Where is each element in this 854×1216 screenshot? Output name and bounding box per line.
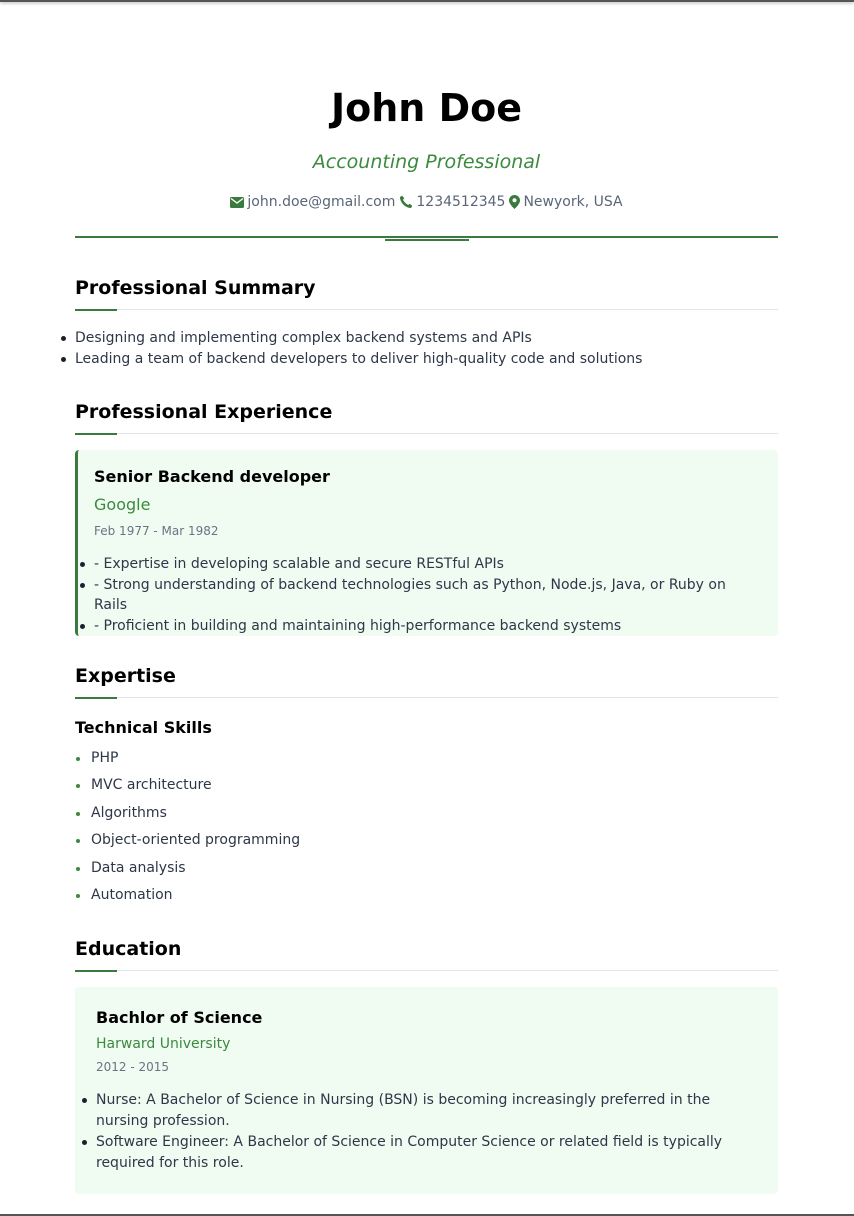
- skill-item: Algorithms: [75, 800, 778, 827]
- header-divider: [75, 236, 778, 241]
- skills-list: PHP MVC architecture Algorithms Object-o…: [75, 745, 778, 909]
- experience-heading: Professional Experience: [75, 401, 333, 423]
- edu-dates: 2012 - 2015: [96, 1060, 170, 1075]
- contact-location: Newyork, USA: [509, 192, 623, 212]
- experience-section: Professional Experience Senior Backend d…: [75, 400, 778, 636]
- phone-text: 1234512345: [416, 194, 506, 210]
- section-divider: [75, 309, 778, 311]
- skills-group-title: Technical Skills: [75, 718, 212, 737]
- job-points: - Expertise in developing scalable and s…: [80, 554, 762, 637]
- edu-point: Software Engineer: A Bachelor of Science…: [82, 1132, 758, 1174]
- job-dates: Feb 1977 - Mar 1982: [94, 524, 219, 538]
- summary-item: Designing and implementing complex backe…: [61, 328, 778, 349]
- skill-item: Data analysis: [75, 855, 778, 882]
- education-section: Education Bachlor of Science Harward Uni…: [75, 937, 778, 1195]
- education-heading: Education: [75, 938, 182, 961]
- section-divider: [75, 433, 778, 435]
- job-role: Senior Backend developer: [94, 467, 330, 486]
- section-divider-accent: [75, 433, 117, 435]
- summary-heading: Professional Summary: [75, 277, 316, 299]
- candidate-title: Accounting Professional: [312, 151, 541, 173]
- job-point: - Expertise in developing scalable and s…: [80, 554, 762, 575]
- contact-row: john.doe@gmail.com 1234512345 Newyork, U…: [75, 192, 778, 212]
- candidate-name: John Doe: [330, 86, 522, 130]
- section-divider-accent: [75, 970, 117, 973]
- edu-points: Nurse: A Bachelor of Science in Nursing …: [82, 1090, 758, 1174]
- contact-phone[interactable]: 1234512345: [399, 192, 505, 212]
- summary-section: Professional Summary Designing and imple…: [61, 276, 778, 370]
- edu-degree: Bachlor of Science: [96, 1008, 263, 1028]
- section-divider-accent: [75, 697, 117, 699]
- section-divider-accent: [75, 309, 117, 311]
- map-pin-icon: [509, 195, 521, 209]
- location-text: Newyork, USA: [523, 194, 623, 210]
- skill-item: MVC architecture: [75, 772, 778, 799]
- email-text: john.doe@gmail.com: [247, 194, 396, 210]
- job-point: - Proficient in building and maintaining…: [80, 616, 762, 637]
- section-divider: [75, 970, 778, 973]
- resume-page: John Doe Accounting Professional john.do…: [61, 0, 778, 1195]
- resume-header: John Doe Accounting Professional john.do…: [75, 0, 778, 241]
- summary-list: Designing and implementing complex backe…: [61, 328, 778, 370]
- envelope-icon: [230, 196, 245, 208]
- experience-card: Senior Backend developer Google Feb 1977…: [75, 450, 778, 636]
- contact-email[interactable]: john.doe@gmail.com: [230, 192, 395, 212]
- summary-item: Leading a team of backend developers to …: [61, 349, 778, 370]
- expertise-heading: Expertise: [75, 665, 176, 687]
- expertise-section: Expertise Technical Skills PHP MVC archi…: [75, 664, 778, 909]
- header-divider-accent: [385, 239, 469, 241]
- skill-item: PHP: [75, 745, 778, 772]
- skill-item: Automation: [75, 882, 778, 909]
- phone-icon: [399, 195, 413, 209]
- skill-item: Object-oriented programming: [75, 827, 778, 854]
- education-card: Bachlor of Science Harward University 20…: [75, 987, 778, 1195]
- edu-point: Nurse: A Bachelor of Science in Nursing …: [82, 1090, 758, 1132]
- job-point: - Strong understanding of backend techno…: [80, 575, 762, 616]
- section-divider: [75, 697, 778, 699]
- job-company: Google: [94, 495, 151, 514]
- edu-school: Harward University: [96, 1036, 231, 1053]
